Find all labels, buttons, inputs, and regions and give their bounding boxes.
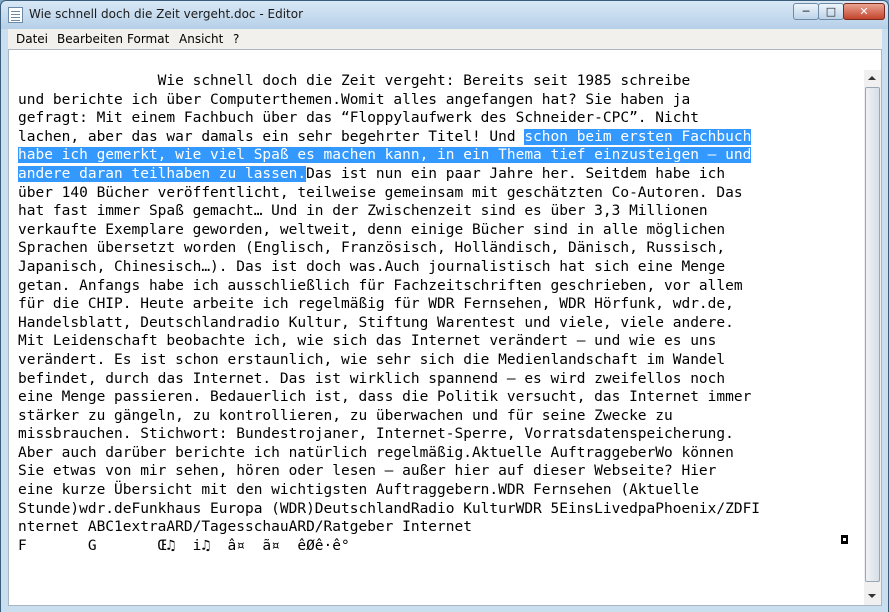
selected-text: habe ich gemerkt, wie viel Spaß es mache…	[18, 147, 752, 164]
menu-ansicht[interactable]: Ansicht	[179, 32, 223, 46]
menu-help[interactable]: ?	[233, 32, 239, 46]
selected-text: andere daran teilhaben zu lassen.	[18, 165, 307, 182]
document-text[interactable]: Wie schnell doch die Zeit vergeht: Berei…	[18, 72, 854, 555]
text-line: Mit Leidenschaft beobachte ich, wie sich…	[18, 333, 717, 350]
text-line: und berichte ich über Computerthemen.Wom…	[18, 91, 691, 108]
text-line: für die CHIP. Heute arbeite ich regelmäß…	[18, 296, 734, 313]
text-line: eine kurze Übersicht mit den wichtigsten…	[18, 482, 699, 499]
text-area[interactable]: Wie schnell doch die Zeit vergeht: Berei…	[8, 49, 882, 606]
text-line: missbrauchen. Stichwort: Bundestrojaner,…	[18, 426, 734, 443]
menu-datei[interactable]: Datei	[16, 32, 48, 46]
menu-format[interactable]: Format	[127, 32, 169, 46]
scroll-thumb[interactable]	[865, 87, 880, 582]
text-line: nternet ABC1extraARD/TagesschauARD/Ratge…	[18, 519, 472, 536]
text-line: befindet, durch das Internet. Das ist wi…	[18, 370, 726, 387]
editor-window: Wie schnell doch die Zeit vergeht.doc - …	[0, 0, 889, 612]
text-line: Das ist nun ein paar Jahre her. Seitdem …	[306, 165, 726, 182]
text-line: eine Menge passieren. Bedauerlich ist, d…	[18, 389, 752, 406]
selected-text: schon beim ersten Fachbuch	[524, 128, 752, 145]
text-line: Handelsblatt, Deutschlandradio Kultur, S…	[18, 314, 734, 331]
text-line: lachen, aber das war damals ein sehr beg…	[18, 128, 525, 145]
text-line: verkaufte Exemplare geworden, weltweit, …	[18, 221, 726, 238]
text-line: Stunde)wdr.deFunkhaus Europa (WDR)Deutsc…	[18, 500, 761, 517]
scroll-up-arrow-icon[interactable]	[864, 70, 881, 87]
text-line: über 140 Bücher veröffentlicht, teilweis…	[18, 184, 743, 201]
maximize-button[interactable]: □	[818, 3, 844, 20]
vertical-scrollbar[interactable]	[864, 70, 881, 605]
window-bottom-border	[1, 606, 888, 612]
title-bar[interactable]: Wie schnell doch die Zeit vergeht.doc - …	[1, 1, 888, 29]
text-line: hat fast immer Spaß gemacht… Und in der …	[18, 203, 708, 220]
close-button[interactable]: ✕	[843, 3, 885, 20]
control-character-glyph	[841, 535, 848, 544]
text-line: Japanisch, Chinesisch…). Das ist doch wa…	[18, 258, 726, 275]
menu-bearbeiten[interactable]: Bearbeiten	[57, 32, 123, 46]
menu-bar: Datei Bearbeiten Format Ansicht ?	[8, 29, 882, 50]
window-title: Wie schnell doch die Zeit vergeht.doc - …	[29, 7, 304, 21]
text-line: gefragt: Mit einem Fachbuch über das “Fl…	[18, 110, 699, 127]
text-line: getan. Anfangs habe ich ausschließlich f…	[18, 277, 743, 294]
scroll-down-arrow-icon[interactable]	[864, 588, 881, 605]
minimize-button[interactable]: ─	[793, 3, 819, 20]
text-line: stärker zu gängeln, zu kontrollieren, zu…	[18, 407, 673, 424]
text-line: Sprachen übersetzt worden (Englisch, Fra…	[18, 240, 726, 257]
text-line: Aber auch darüber berichte ich natürlich…	[18, 444, 734, 461]
notepad-icon	[8, 7, 23, 23]
text-line: Sie etwas von mir sehen, hören oder lese…	[18, 463, 717, 480]
text-line: F G Œ♫ i♫ â¤ ã¤ êØê·ê°	[18, 537, 350, 554]
text-line: verändert. Es ist schon erstaunlich, wie…	[18, 351, 726, 368]
text-line: Wie schnell doch die Zeit vergeht: Berei…	[18, 73, 691, 89]
